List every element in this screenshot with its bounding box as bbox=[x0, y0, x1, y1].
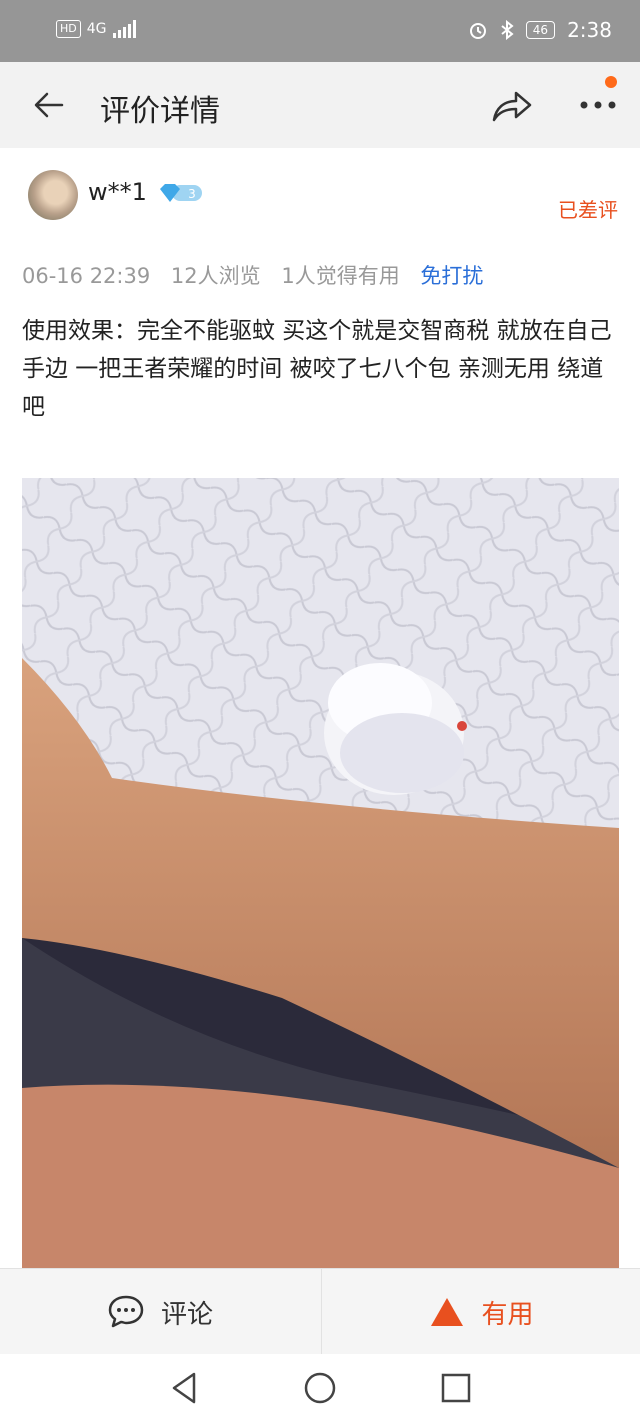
share-icon[interactable] bbox=[490, 86, 534, 124]
signal-type: 4G bbox=[86, 21, 107, 37]
reviewer-name[interactable]: w**1 bbox=[88, 178, 147, 206]
review-photo-image bbox=[22, 478, 619, 1268]
review-photo[interactable] bbox=[22, 478, 619, 1268]
view-count: 12人浏览 bbox=[170, 264, 261, 288]
comment-button[interactable]: 评论 bbox=[0, 1269, 320, 1355]
comment-label: 评论 bbox=[160, 1299, 213, 1330]
useful-button[interactable]: 有用 bbox=[321, 1269, 640, 1355]
clock: 2:38 bbox=[567, 18, 612, 42]
review-content: 使用效果：完全不能驱蚊 买这个就是交智商税 就放在自己手边 一把王者荣耀的时间 … bbox=[22, 318, 612, 420]
nav-recents-icon[interactable] bbox=[438, 1370, 474, 1406]
review-meta: 06-16 22:39 12人浏览 1人觉得有用 免打扰 bbox=[22, 260, 497, 290]
app-bar: 评价详情 bbox=[0, 62, 640, 148]
nav-back-icon[interactable] bbox=[166, 1370, 202, 1406]
thumbs-up-triangle-icon bbox=[431, 1298, 464, 1326]
system-nav-bar bbox=[0, 1354, 640, 1422]
notification-dot bbox=[605, 76, 617, 88]
dnd-link[interactable]: 免打扰 bbox=[420, 264, 483, 288]
back-arrow-icon[interactable] bbox=[32, 88, 66, 122]
helpful-count: 1人觉得有用 bbox=[281, 264, 400, 288]
nav-home-icon[interactable] bbox=[302, 1370, 338, 1406]
comment-icon bbox=[108, 1295, 144, 1328]
page-title: 评价详情 bbox=[100, 94, 220, 129]
level-number: 3 bbox=[188, 187, 196, 201]
review-status: 已差评 bbox=[558, 198, 618, 222]
alarm-icon bbox=[469, 23, 486, 39]
useful-label: 有用 bbox=[481, 1299, 534, 1330]
review-date: 06-16 22:39 bbox=[22, 264, 151, 288]
bottom-action-bar: 评论 有用 bbox=[0, 1268, 640, 1355]
bluetooth-icon bbox=[501, 20, 514, 40]
status-bar: HD 4G 46 2:38 bbox=[0, 0, 640, 62]
battery-icon: 46 bbox=[525, 21, 556, 39]
hd-indicator: HD bbox=[56, 20, 81, 38]
signal-strength-icon bbox=[112, 20, 136, 38]
avatar[interactable] bbox=[28, 170, 78, 220]
more-icon[interactable] bbox=[576, 90, 620, 120]
member-level-badge: 3 bbox=[160, 184, 202, 202]
